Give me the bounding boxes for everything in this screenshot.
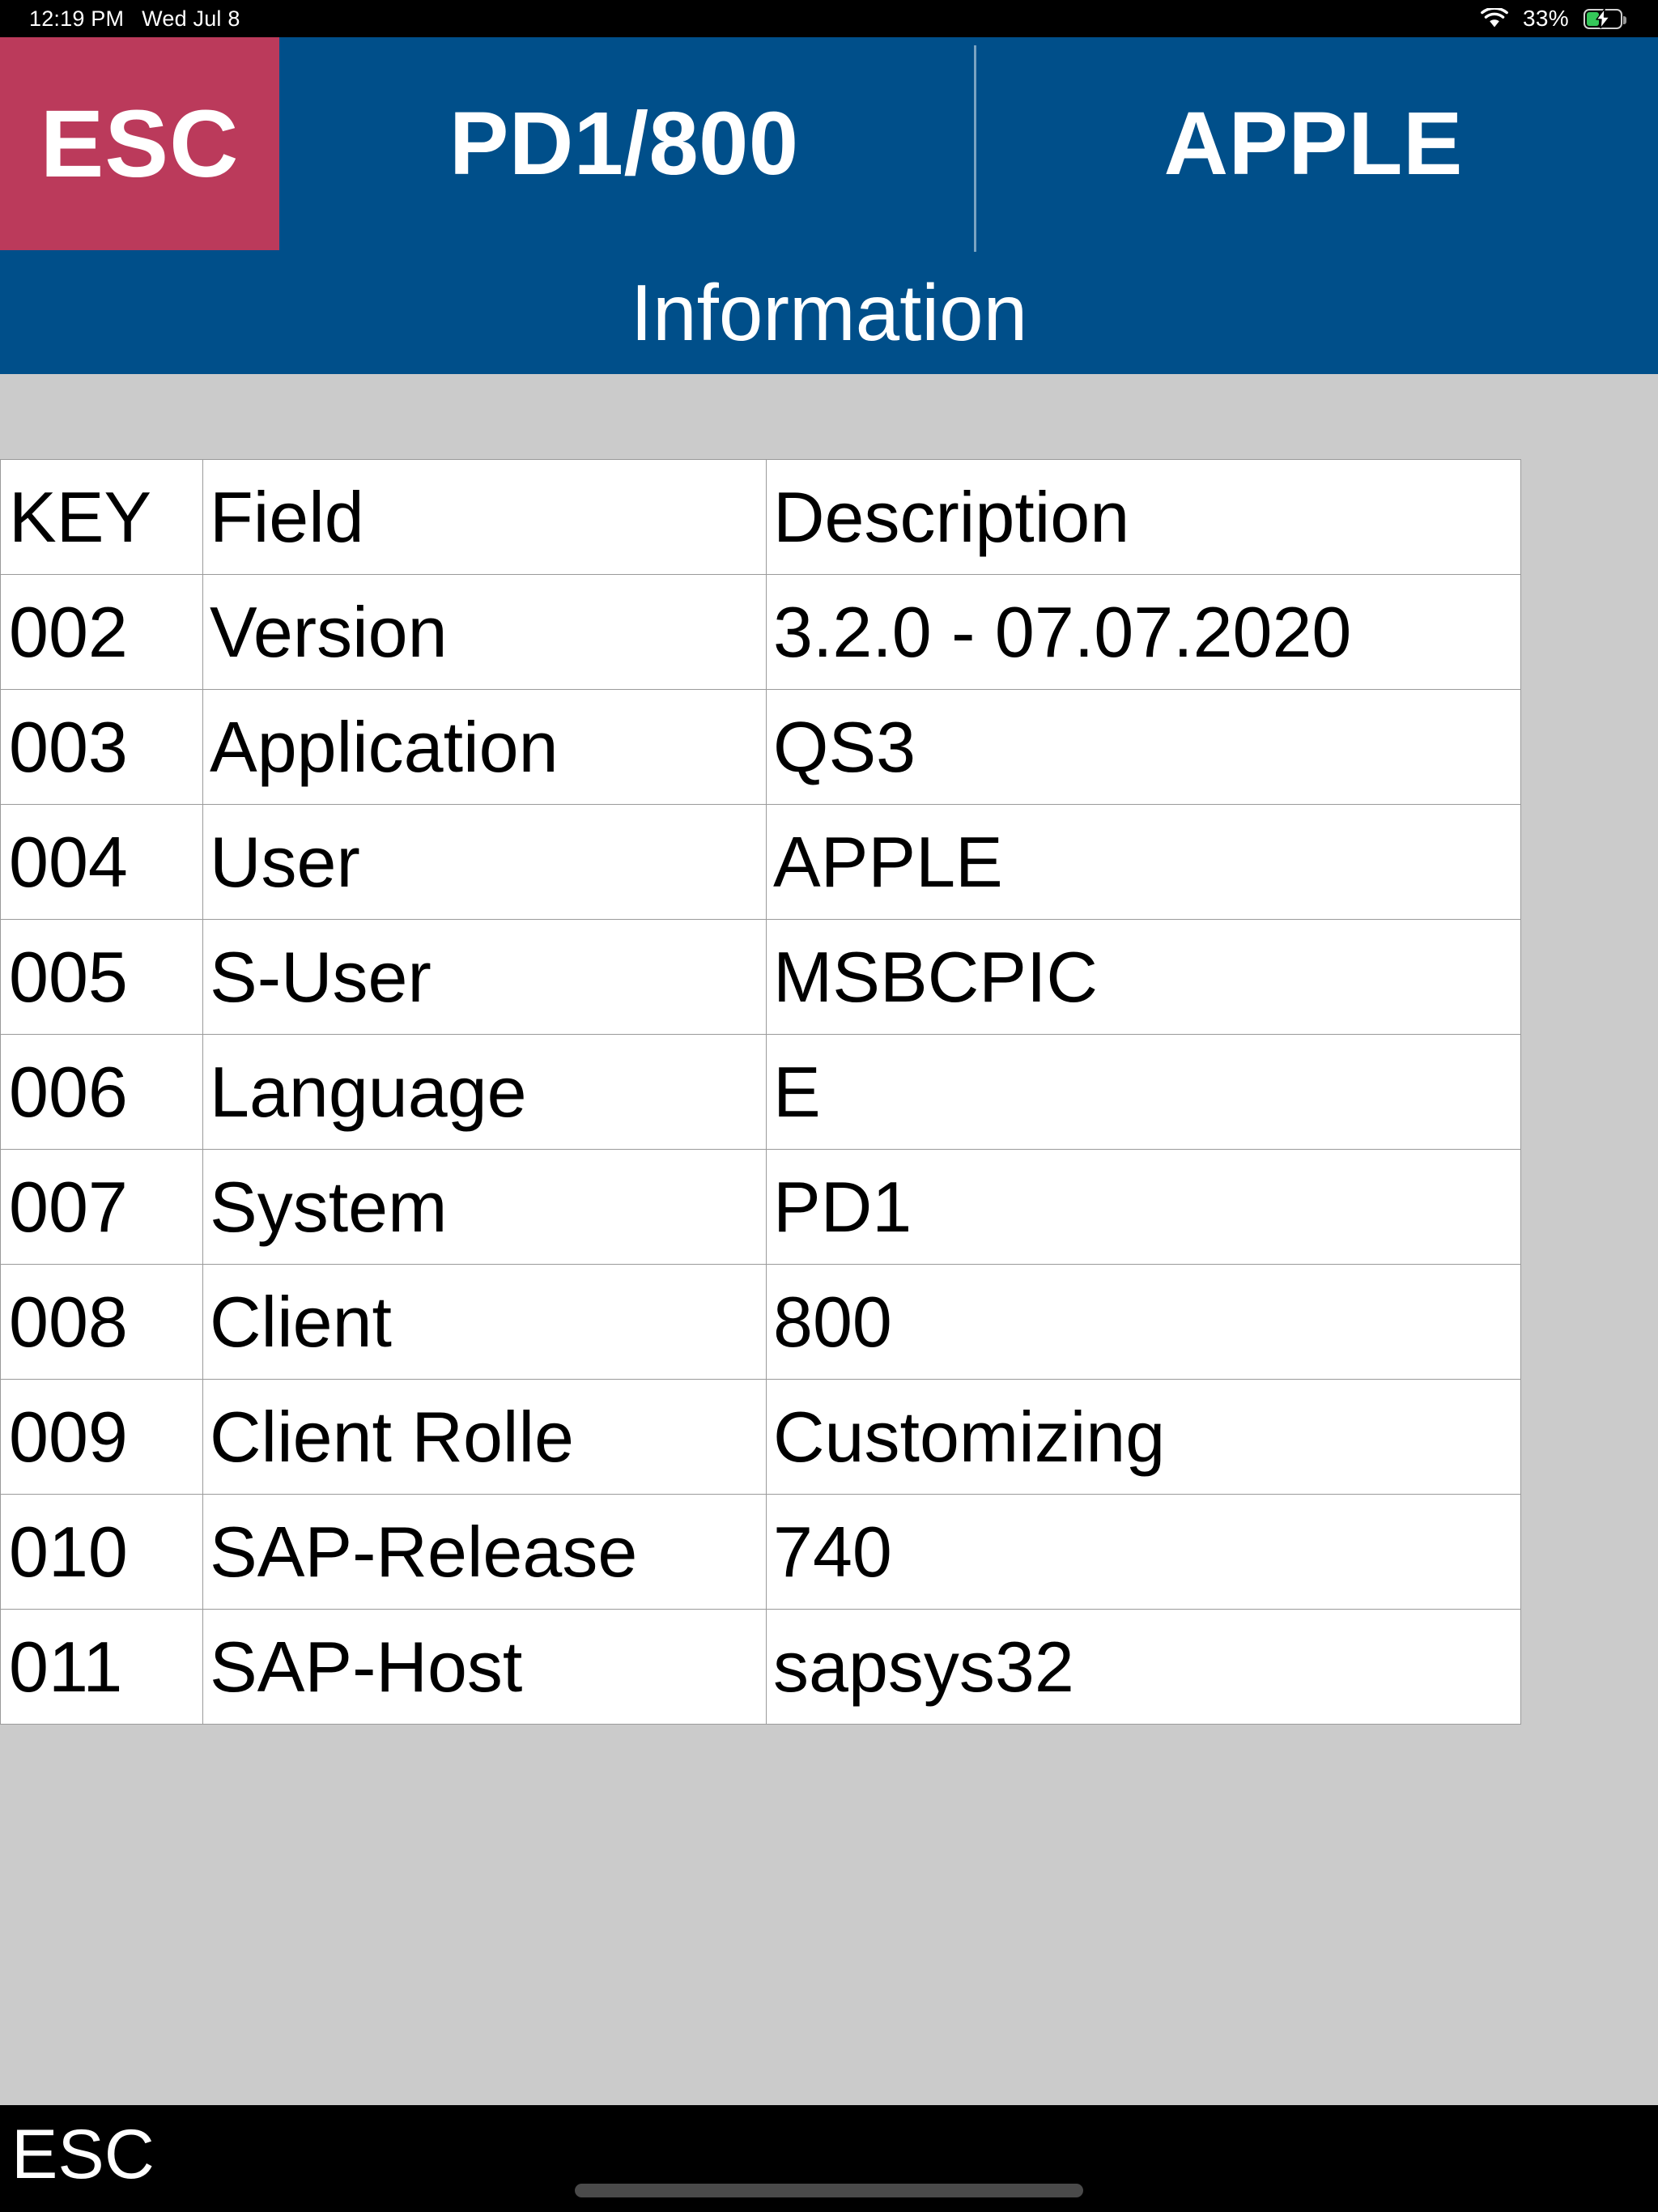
- table-row[interactable]: 008 Client 800: [0, 1264, 1521, 1380]
- cell-key: 006: [0, 1034, 203, 1150]
- cell-field: SAP-Release: [202, 1494, 767, 1610]
- header-title-row: PD1/800 APPLE: [279, 37, 1658, 250]
- status-bar-date: Wed Jul 8: [142, 6, 240, 31]
- cell-field: Language: [202, 1034, 767, 1150]
- column-header-desc: Description: [766, 459, 1521, 575]
- cell-description: sapsys32: [766, 1609, 1521, 1725]
- cell-key: 011: [0, 1609, 203, 1725]
- cell-key: 003: [0, 689, 203, 805]
- cell-description: MSBCPIC: [766, 919, 1521, 1035]
- info-table-body: KEY Field Description 002 Version 3.2.0 - …: [0, 459, 1521, 1725]
- cell-description: 800: [766, 1264, 1521, 1380]
- wifi-icon: [1481, 8, 1508, 28]
- table-row[interactable]: 006 Language E: [0, 1034, 1521, 1150]
- bottom-esc-button[interactable]: ESC: [11, 2120, 155, 2189]
- table-row[interactable]: 010 SAP-Release 740: [0, 1494, 1521, 1610]
- esc-button-label: ESC: [40, 90, 240, 198]
- table-row[interactable]: 005 S-User MSBCPIC: [0, 919, 1521, 1035]
- table-row[interactable]: 003 Application QS3: [0, 689, 1521, 805]
- cell-key: 002: [0, 574, 203, 690]
- header-divider: [974, 45, 976, 252]
- column-header-key: KEY: [0, 459, 203, 575]
- column-header-field: Field: [202, 459, 767, 575]
- table-row[interactable]: 011 SAP-Host sapsys32: [0, 1609, 1521, 1725]
- cell-description: 3.2.0 - 07.07.2020: [766, 574, 1521, 690]
- home-indicator[interactable]: [575, 2184, 1083, 2197]
- esc-button[interactable]: ESC: [0, 37, 279, 250]
- user-button[interactable]: APPLE: [969, 37, 1658, 250]
- content-area: KEY Field Description 002 Version 3.2.0 - …: [0, 374, 1658, 2147]
- cell-key: 005: [0, 919, 203, 1035]
- cell-field: SAP-Host: [202, 1609, 767, 1725]
- status-bar-time: 12:19 PM: [29, 6, 125, 31]
- cell-description: E: [766, 1034, 1521, 1150]
- cell-field: Application: [202, 689, 767, 805]
- status-bar-right: 33%: [1481, 6, 1626, 32]
- page-title: Information: [630, 267, 1028, 357]
- user-label: APPLE: [1163, 93, 1463, 194]
- battery-percent-label: 33%: [1523, 6, 1569, 31]
- table-row[interactable]: 007 System PD1: [0, 1149, 1521, 1265]
- cell-key: 007: [0, 1149, 203, 1265]
- bottom-bar: ESC: [0, 2105, 1658, 2212]
- system-client-label: PD1/800: [449, 93, 799, 194]
- table-row[interactable]: 002 Version 3.2.0 - 07.07.2020: [0, 574, 1521, 690]
- table-row[interactable]: 009 Client Rolle Customizing: [0, 1379, 1521, 1495]
- cell-description: QS3: [766, 689, 1521, 805]
- ios-status-bar: 12:19 PM Wed Jul 8 33%: [0, 0, 1658, 37]
- cell-field: Client Rolle: [202, 1379, 767, 1495]
- info-table-wrapper: KEY Field Description 002 Version 3.2.0 - …: [0, 459, 1521, 1725]
- cell-key: 004: [0, 804, 203, 920]
- cell-description: 740: [766, 1494, 1521, 1610]
- cell-description: Customizing: [766, 1379, 1521, 1495]
- cell-field: S-User: [202, 919, 767, 1035]
- cell-description: PD1: [766, 1149, 1521, 1265]
- cell-description: APPLE: [766, 804, 1521, 920]
- battery-charging-icon: [1584, 8, 1626, 29]
- table-row[interactable]: 004 User APPLE: [0, 804, 1521, 920]
- cell-key: 008: [0, 1264, 203, 1380]
- cell-field: Version: [202, 574, 767, 690]
- table-header-row: KEY Field Description: [0, 459, 1521, 575]
- cell-field: Client: [202, 1264, 767, 1380]
- cell-key: 009: [0, 1379, 203, 1495]
- page-subtitle: Information: [0, 250, 1658, 374]
- system-client-button[interactable]: PD1/800: [279, 37, 969, 250]
- app-root: 12:19 PM Wed Jul 8 33% ESC PD1/800 APPLE…: [0, 0, 1658, 2212]
- app-header: ESC PD1/800 APPLE Information: [0, 37, 1658, 374]
- status-bar-left: 12:19 PM Wed Jul 8: [29, 6, 240, 32]
- lightning-bolt-icon: [1596, 9, 1610, 28]
- cell-key: 010: [0, 1494, 203, 1610]
- info-table: KEY Field Description 002 Version 3.2.0 - …: [0, 459, 1521, 1725]
- cell-field: User: [202, 804, 767, 920]
- cell-field: System: [202, 1149, 767, 1265]
